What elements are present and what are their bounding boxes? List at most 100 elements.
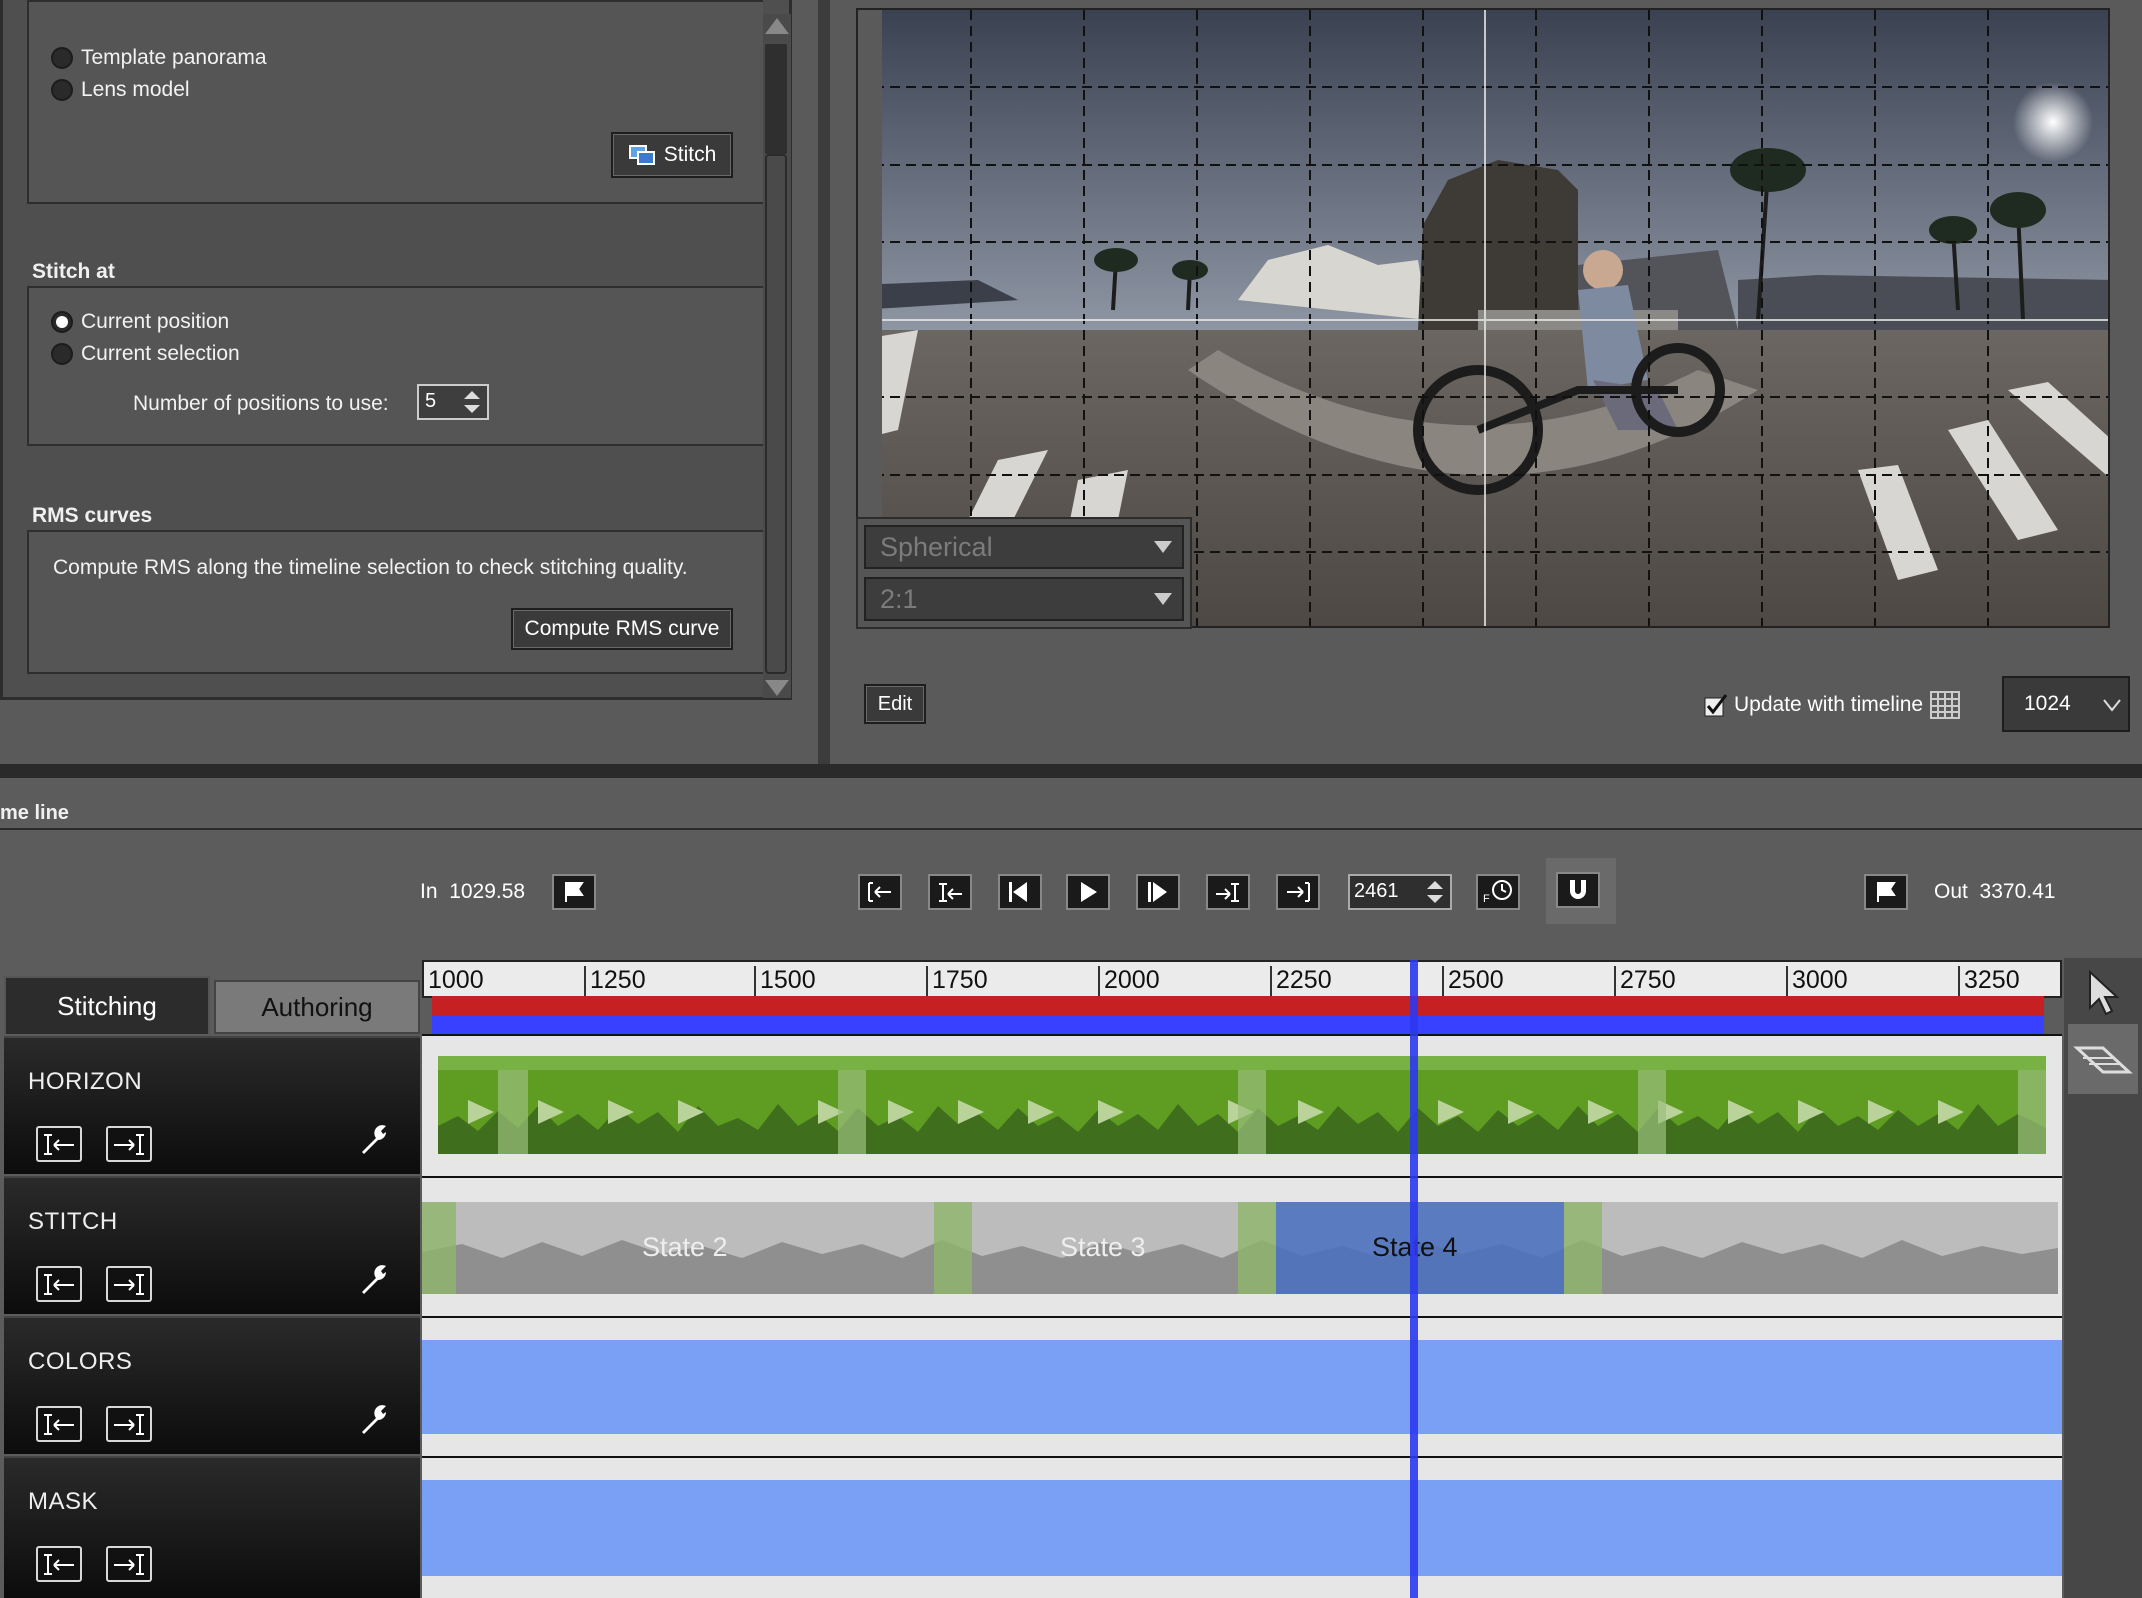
radio-circle[interactable]: [51, 343, 73, 365]
playhead[interactable]: [1410, 960, 1418, 1598]
chevron-down-icon: [2103, 699, 2121, 712]
ruler-tick-label: 2750: [1614, 966, 1676, 1000]
tab-authoring[interactable]: Authoring: [214, 980, 420, 1034]
previous-frame-button[interactable]: [998, 874, 1042, 910]
play-button[interactable]: [1066, 874, 1110, 910]
projection-dropdown[interactable]: Spherical: [864, 525, 1184, 569]
go-to-out-button[interactable]: [1206, 874, 1250, 910]
razor-tool[interactable]: [2068, 1024, 2138, 1094]
radio-template-panorama[interactable]: Template panorama: [51, 46, 267, 70]
step-back-icon: [1009, 882, 1027, 902]
selection-range-bar[interactable]: [432, 996, 2044, 1016]
in-label: In: [420, 880, 438, 903]
next-frame-button[interactable]: [1136, 874, 1180, 910]
horizon-clip[interactable]: [438, 1056, 2046, 1154]
stitch-button-label: Stitch: [663, 143, 717, 166]
set-in-button[interactable]: [552, 874, 596, 910]
radio-circle[interactable]: [51, 311, 73, 333]
radio-circle[interactable]: [51, 47, 73, 69]
tab-label: Authoring: [261, 991, 373, 1022]
edit-button[interactable]: Edit: [864, 684, 926, 724]
go-to-out-icon: [114, 1414, 144, 1435]
settings-scroll-area: Template panorama Lens model Stitch Stit…: [0, 0, 792, 700]
ruler-tick-label: 2500: [1442, 966, 1504, 1000]
resolution-dropdown[interactable]: 1024: [2002, 676, 2130, 732]
skip-to-end-icon: [1287, 882, 1310, 902]
colors-clip[interactable]: [422, 1340, 2062, 1434]
go-to-in-button[interactable]: [928, 874, 972, 910]
playback-range-bar[interactable]: [432, 1016, 2044, 1034]
tab-label: Stitching: [57, 990, 157, 1021]
state-boundary-marker[interactable]: [934, 1202, 972, 1294]
radio-circle[interactable]: [51, 79, 73, 101]
panel-divider[interactable]: [0, 764, 2142, 778]
stitch-lane[interactable]: State 2 State 3 State 4: [422, 1176, 2062, 1316]
stitch-at-title: Stitch at: [32, 260, 115, 283]
checkbox-checked-icon[interactable]: [1704, 693, 1728, 717]
go-to-in-button[interactable]: [36, 1266, 82, 1302]
spinner-arrows-icon[interactable]: [1424, 878, 1446, 906]
track-name: STITCH: [28, 1208, 118, 1235]
go-to-out-button[interactable]: [106, 1266, 152, 1302]
positions-value: 5: [425, 390, 437, 412]
go-to-out-button[interactable]: [106, 1126, 152, 1162]
positions-spinbox[interactable]: 5: [417, 384, 489, 420]
grid-icon[interactable]: [1929, 690, 1961, 720]
go-to-end-button[interactable]: [1276, 874, 1320, 910]
timeline-ruler[interactable]: 1000 1250 1500 1750 2000 2250 2500 2750 …: [422, 960, 2062, 1000]
fps-button[interactable]: F: [1476, 874, 1520, 910]
mask-clip[interactable]: [422, 1480, 2062, 1576]
state-boundary-marker[interactable]: [1564, 1202, 1602, 1294]
set-out-button[interactable]: [1864, 874, 1908, 910]
resolution-value: 1024: [2024, 692, 2071, 715]
go-to-out-icon: [114, 1134, 144, 1155]
radio-label: Lens model: [81, 78, 190, 101]
pointer-tool-icon[interactable]: [2082, 968, 2122, 1018]
state-boundary-marker[interactable]: [422, 1202, 456, 1294]
scroll-thumb[interactable]: [765, 44, 787, 154]
go-to-in-button[interactable]: [36, 1126, 82, 1162]
mask-lane[interactable]: [422, 1456, 2062, 1598]
wrench-icon[interactable]: [356, 1120, 392, 1156]
compute-rms-button[interactable]: Compute RMS curve: [511, 608, 733, 650]
tab-stitching[interactable]: Stitching: [4, 976, 210, 1034]
projection-value: Spherical: [880, 531, 993, 562]
wrench-icon[interactable]: [356, 1260, 392, 1296]
horizon-lane[interactable]: [422, 1034, 2062, 1176]
scroll-track[interactable]: [765, 154, 787, 674]
go-to-out-button[interactable]: [106, 1406, 152, 1442]
flag-icon: [1877, 882, 1896, 902]
go-to-out-button[interactable]: [106, 1546, 152, 1582]
wrench-icon[interactable]: [356, 1400, 392, 1436]
out-point-readout: Out 3370.41: [1934, 880, 2055, 904]
scroll-up-arrow-icon[interactable]: [765, 18, 789, 34]
compute-rms-label: Compute RMS curve: [524, 617, 720, 640]
rms-curves-title: RMS curves: [32, 504, 153, 527]
radio-lens-model[interactable]: Lens model: [51, 78, 190, 102]
step-forward-icon: [1148, 882, 1167, 902]
go-to-start-button[interactable]: [858, 874, 902, 910]
timeline-title: me line: [0, 802, 69, 824]
state-label: State 2: [642, 1232, 728, 1262]
settings-scrollbar[interactable]: [763, 14, 791, 698]
scroll-down-arrow-icon[interactable]: [765, 680, 789, 696]
aspect-dropdown[interactable]: 2:1: [864, 577, 1184, 621]
go-to-in-icon: [44, 1274, 74, 1295]
update-with-timeline-toggle[interactable]: Update with timeline: [1704, 690, 1961, 720]
track-name: COLORS: [28, 1348, 133, 1375]
go-to-in-button[interactable]: [36, 1406, 82, 1442]
edit-label: Edit: [877, 692, 913, 715]
out-value: 3370.41: [1979, 880, 2056, 903]
snap-magnet-button[interactable]: [1556, 872, 1600, 908]
frame-spinbox[interactable]: 2461: [1348, 874, 1452, 910]
colors-lane[interactable]: [422, 1316, 2062, 1456]
state-boundary-marker[interactable]: [1238, 1202, 1276, 1294]
go-to-in-icon: [44, 1134, 74, 1155]
stitch-button[interactable]: Stitch: [611, 132, 733, 178]
go-to-in-icon: [939, 883, 962, 902]
go-to-in-button[interactable]: [36, 1546, 82, 1582]
radio-current-position[interactable]: Current position: [51, 310, 229, 334]
radio-current-selection[interactable]: Current selection: [51, 342, 240, 366]
spinner-arrows-icon[interactable]: [461, 388, 483, 416]
stitch-lane-bg: State 2 State 3 State 4: [422, 1202, 2058, 1294]
